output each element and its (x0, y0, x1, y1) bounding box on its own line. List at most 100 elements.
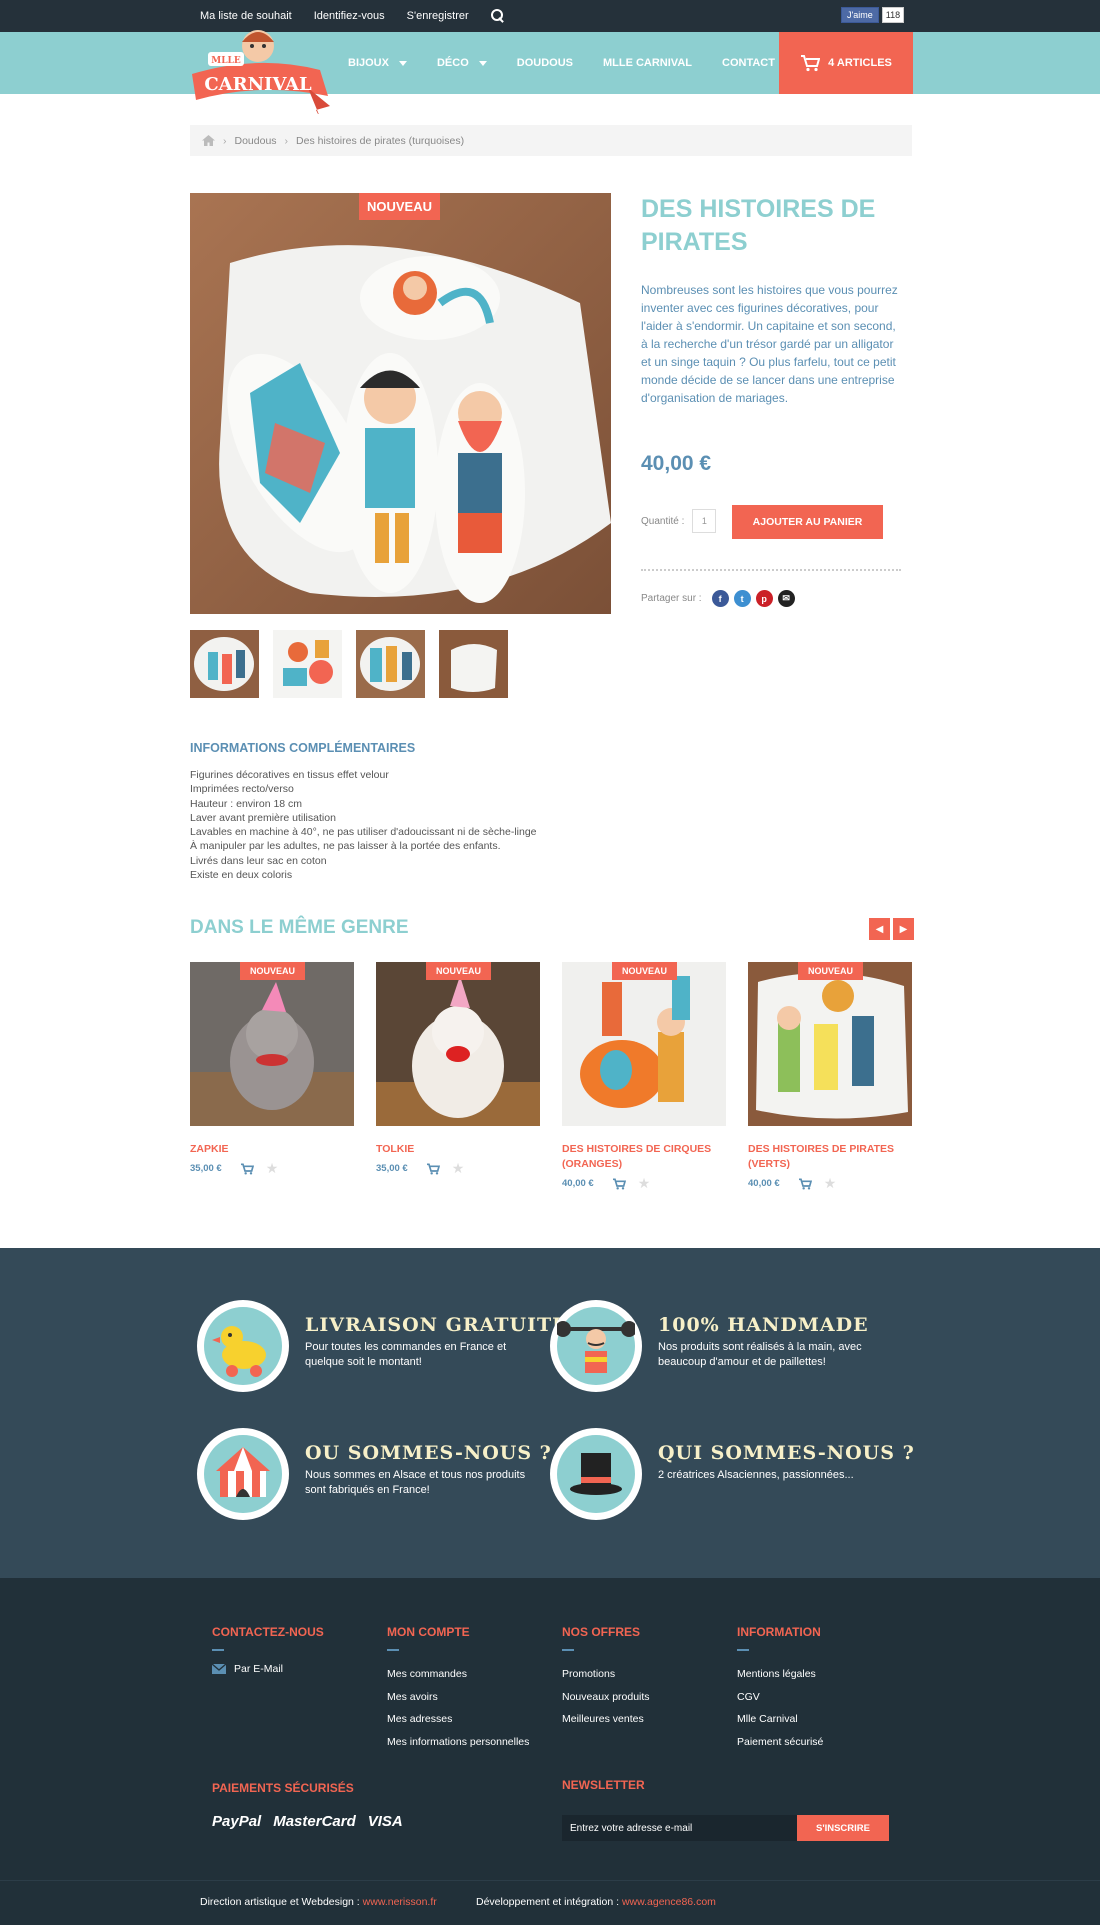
subscribe-button[interactable]: S'INSCRIRE (797, 1815, 889, 1841)
add-to-cart-button[interactable]: AJOUTER AU PANIER (732, 505, 883, 539)
star-icon[interactable]: ★ (452, 1160, 465, 1177)
product-card[interactable]: NOUVEAU DES HISTOIRES DE PIRATES (VERTS)… (748, 962, 912, 1192)
cart-button[interactable]: 4 ARTICLES (779, 32, 913, 94)
chevron-down-icon (478, 60, 487, 66)
breadcrumb-separator: › (284, 134, 289, 147)
site-logo[interactable]: MLLE CARNIVAL (188, 26, 333, 122)
footer-link[interactable]: Mes informations personnelles (387, 1731, 529, 1754)
footer-link[interactable]: Paiement sécurisé (737, 1731, 823, 1754)
product-price: 40,00 € (748, 1178, 780, 1189)
chevron-left-icon[interactable]: ◀ (869, 918, 890, 940)
design-credit-label: Direction artistique et Webdesign : (200, 1896, 360, 1908)
home-icon[interactable] (202, 135, 215, 146)
wishlist-link[interactable]: Ma liste de souhait (200, 10, 292, 22)
divider (387, 1649, 399, 1651)
nav-doudous[interactable]: DOUDOUS (517, 57, 573, 69)
star-icon[interactable]: ★ (266, 1160, 279, 1177)
footer-information: INFORMATION Mentions légales CGV Mlle Ca… (737, 1625, 823, 1753)
info-line: Laver avant première utilisation (190, 811, 336, 824)
cart-icon[interactable] (240, 1163, 254, 1175)
product-image[interactable] (190, 962, 354, 1126)
search-icon[interactable] (490, 9, 505, 23)
email-icon[interactable]: ✉ (777, 590, 795, 607)
newsletter-email-input[interactable]: Entrez votre adresse e-mail (562, 1815, 797, 1841)
quantity-row: Quantité : 1 (641, 509, 717, 533)
star-icon[interactable]: ★ (824, 1175, 837, 1192)
feature-desc: Nos produits sont réalisés à la main, av… (658, 1341, 862, 1368)
footer-link[interactable]: CGV (737, 1686, 823, 1709)
product-name[interactable]: ZAPKIE (190, 1142, 354, 1157)
cart-icon[interactable] (426, 1163, 440, 1175)
footer-link[interactable]: Mes commandes (387, 1663, 529, 1686)
feature-desc: Nous sommes en Alsace et tous nos produi… (305, 1469, 526, 1496)
email-link[interactable]: Par E-Mail (212, 1663, 324, 1675)
footer-link[interactable]: Mes adresses (387, 1708, 529, 1731)
dev-credit: Développement et intégration : www.agenc… (476, 1896, 716, 1908)
dev-credit-label: Développement et intégration : (476, 1896, 620, 1908)
product-image[interactable] (562, 962, 726, 1126)
facebook-like-button[interactable]: J'aime (841, 7, 879, 23)
facebook-like-widget[interactable]: J'aime 118 (841, 7, 905, 23)
footer-offers: NOS OFFRES Promotions Nouveaux produits … (562, 1625, 650, 1731)
product-price: 35,00 € (190, 1163, 222, 1174)
dev-credit-link[interactable]: www.agence86.com (622, 1896, 716, 1908)
nav-deco[interactable]: DÉCO (437, 57, 487, 69)
divider (737, 1649, 749, 1651)
feature-free-delivery: LIVRAISON GRATUITE Pour toutes les comman… (197, 1300, 568, 1392)
product-price: 40,00 € (562, 1178, 594, 1189)
nav-bijoux[interactable]: BIJOUX (348, 57, 407, 69)
footer-heading: INFORMATION (737, 1625, 821, 1639)
footer-link[interactable]: Nouveaux produits (562, 1686, 650, 1709)
breadcrumb: › Doudous › Des histoires de pirates (tu… (190, 125, 912, 156)
info-title: INFORMATIONS COMPLÉMENTAIRES (190, 741, 416, 755)
feature-title: OU SOMMES-NOUS ? (305, 1442, 552, 1464)
product-price: 35,00 € (376, 1163, 408, 1174)
main-nav: BIJOUX DÉCO DOUDOUS MLLE CARNIVAL CONTAC… (348, 32, 805, 94)
product-name[interactable]: TOLKIE (376, 1142, 540, 1157)
new-badge: NOUVEAU (798, 962, 863, 980)
top-bar: Ma liste de souhait Identifiez-vous S'en… (0, 0, 1100, 32)
thumbnail-1[interactable] (190, 630, 259, 698)
secure-payments: PAIEMENTS SÉCURISÉS PayPal MasterCard VI… (212, 1781, 415, 1830)
product-card[interactable]: NOUVEAU ZAPKIE 35,00 € ★ (190, 962, 354, 1192)
svg-text:MLLE: MLLE (211, 56, 241, 66)
product-image[interactable] (376, 962, 540, 1126)
product-image[interactable] (748, 962, 912, 1126)
register-link[interactable]: S'enregistrer (407, 10, 469, 22)
cart-icon[interactable] (612, 1178, 626, 1190)
footer-link[interactable]: Mes avoirs (387, 1686, 529, 1709)
top-hat-icon (550, 1428, 642, 1520)
nav-mlle-carnival[interactable]: MLLE CARNIVAL (603, 57, 692, 69)
chevron-right-icon[interactable]: ▶ (893, 918, 914, 940)
cart-icon[interactable] (798, 1178, 812, 1190)
product-card[interactable]: NOUVEAU TOLKIE 35,00 € ★ (376, 962, 540, 1192)
breadcrumb-doudous[interactable]: Doudous (235, 135, 277, 147)
pinterest-icon[interactable]: p (755, 590, 773, 607)
nav-bijoux-label: BIJOUX (348, 57, 389, 69)
thumbnail-3[interactable] (356, 630, 425, 698)
product-name[interactable]: DES HISTOIRES DE CIRQUES (ORANGES) (562, 1142, 726, 1172)
login-link[interactable]: Identifiez-vous (314, 10, 385, 22)
thumbnail-2[interactable] (273, 630, 342, 698)
visa-logo: VISA (367, 1813, 403, 1830)
breadcrumb-current: Des histoires de pirates (turquoises) (296, 134, 465, 147)
design-credit-link[interactable]: www.nerisson.fr (363, 1896, 437, 1908)
footer-link[interactable]: Promotions (562, 1663, 650, 1686)
footer-heading: CONTACTEZ-NOUS (212, 1625, 324, 1639)
footer-link[interactable]: Meilleures ventes (562, 1708, 650, 1731)
nav-contact[interactable]: CONTACT (722, 57, 775, 69)
footer-link[interactable]: Mlle Carnival (737, 1708, 823, 1731)
star-icon[interactable]: ★ (638, 1175, 651, 1192)
quantity-input[interactable]: 1 (692, 509, 717, 533)
footer-heading: PAIEMENTS SÉCURISÉS (212, 1781, 354, 1795)
product-main-image[interactable] (190, 193, 611, 614)
facebook-like-count: 118 (881, 7, 905, 23)
product-card[interactable]: NOUVEAU DES HISTOIRES DE CIRQUES (ORANGE… (562, 962, 726, 1192)
info-list: Figurines décoratives en tissus effet ve… (190, 768, 537, 882)
product-name[interactable]: DES HISTOIRES DE PIRATES (VERTS) (748, 1142, 912, 1172)
facebook-icon[interactable]: f (711, 590, 729, 607)
thumbnail-4[interactable] (439, 630, 508, 698)
feature-desc: 2 créatrices Alsaciennes, passionnées... (658, 1469, 854, 1481)
footer-link[interactable]: Mentions légales (737, 1663, 823, 1686)
twitter-icon[interactable]: t (733, 590, 751, 607)
